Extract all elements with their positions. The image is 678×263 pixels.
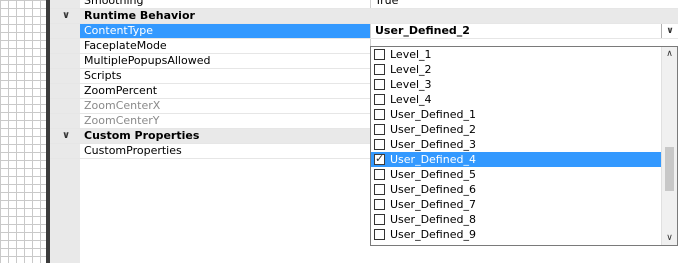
- dropdown-item-label: Level_2: [390, 63, 432, 76]
- designer-canvas: [0, 0, 46, 263]
- checkbox[interactable]: [374, 109, 385, 120]
- dropdown-item[interactable]: Level_2: [371, 62, 661, 77]
- checkbox[interactable]: [374, 94, 385, 105]
- property-name: ZoomCenterX: [84, 99, 161, 112]
- property-name: ZoomCenterY: [84, 114, 160, 127]
- dropdown-item[interactable]: ✓ User_Defined_4: [371, 152, 661, 167]
- dropdown-item[interactable]: User_Defined_3: [371, 137, 661, 152]
- property-name: Scripts: [84, 69, 122, 82]
- checkbox[interactable]: [374, 49, 385, 60]
- dropdown-scrollbar[interactable]: ∧ ∨: [661, 47, 677, 245]
- property-value[interactable]: True: [370, 0, 678, 8]
- scroll-down-icon[interactable]: ∨: [662, 233, 677, 243]
- property-name: FaceplateMode: [84, 39, 167, 52]
- dropdown-item[interactable]: User_Defined_8: [371, 212, 661, 227]
- dropdown-item-label: User_Defined_8: [390, 213, 476, 226]
- property-name: MultiplePopupsAllowed: [84, 54, 211, 67]
- category-runtime-behavior[interactable]: ∨ Runtime Behavior: [50, 9, 678, 24]
- dropdown-item[interactable]: User_Defined_1: [371, 107, 661, 122]
- dropdown-item-label: Level_1: [390, 48, 432, 61]
- dropdown-item-label: Level_4: [390, 93, 432, 106]
- checkbox[interactable]: [374, 139, 385, 150]
- dropdown-item[interactable]: Level_3: [371, 77, 661, 92]
- category-label: Runtime Behavior: [84, 9, 195, 22]
- dropdown-item-label: User_Defined_6: [390, 183, 476, 196]
- chevron-down-icon[interactable]: ∨: [62, 129, 70, 143]
- dropdown-item-label: User_Defined_3: [390, 138, 476, 151]
- property-row-contenttype[interactable]: ContentType User_Defined_2 ∨: [50, 24, 678, 39]
- dropdown-item-label: Level_3: [390, 78, 432, 91]
- scrollbar-thumb[interactable]: [665, 147, 674, 191]
- checkmark-icon: ✓: [375, 152, 385, 165]
- checkbox[interactable]: [374, 79, 385, 90]
- dropdown-item[interactable]: Level_4: [371, 92, 661, 107]
- checkbox[interactable]: [374, 184, 385, 195]
- property-name: ZoomPercent: [84, 84, 158, 97]
- checkbox[interactable]: [374, 64, 385, 75]
- dropdown-item-label: User_Defined_5: [390, 168, 476, 181]
- dropdown-item-label: User_Defined_1: [390, 108, 476, 121]
- contenttype-current-value: User_Defined_2: [375, 24, 470, 37]
- contenttype-dropdown-list[interactable]: Level_1 Level_2 Level_3 Level_4 User_Defined…: [370, 46, 678, 246]
- checkbox[interactable]: [374, 199, 385, 210]
- scroll-up-icon[interactable]: ∧: [662, 49, 677, 59]
- checkbox[interactable]: [374, 124, 385, 135]
- dropdown-item-label: User_Defined_2: [390, 123, 476, 136]
- checkbox[interactable]: ✓: [374, 152, 385, 165]
- dropdown-items: Level_1 Level_2 Level_3 Level_4 User_Defined…: [371, 47, 661, 242]
- dropdown-item-label: User_Defined_9: [390, 228, 476, 241]
- dropdown-item[interactable]: User_Defined_7: [371, 197, 661, 212]
- dropdown-item[interactable]: User_Defined_9: [371, 227, 661, 242]
- category-label: Custom Properties: [84, 129, 200, 142]
- checkbox[interactable]: [374, 169, 385, 180]
- checkbox[interactable]: [374, 229, 385, 240]
- property-name: CustomProperties: [84, 144, 182, 157]
- dropdown-item-label: User_Defined_4: [390, 153, 476, 166]
- property-row-smoothing[interactable]: Smoothing True: [50, 0, 678, 9]
- dropdown-item[interactable]: User_Defined_5: [371, 167, 661, 182]
- dropdown-item-label: User_Defined_7: [390, 198, 476, 211]
- dropdown-item[interactable]: User_Defined_2: [371, 122, 661, 137]
- chevron-down-icon[interactable]: ∨: [661, 24, 678, 38]
- chevron-down-icon[interactable]: ∨: [62, 9, 70, 23]
- dropdown-item[interactable]: Level_1: [371, 47, 661, 62]
- property-name: ContentType: [80, 24, 370, 38]
- property-name: Smoothing: [84, 0, 144, 7]
- checkbox[interactable]: [374, 214, 385, 225]
- contenttype-value[interactable]: User_Defined_2 ∨: [370, 24, 678, 38]
- dropdown-item[interactable]: User_Defined_6: [371, 182, 661, 197]
